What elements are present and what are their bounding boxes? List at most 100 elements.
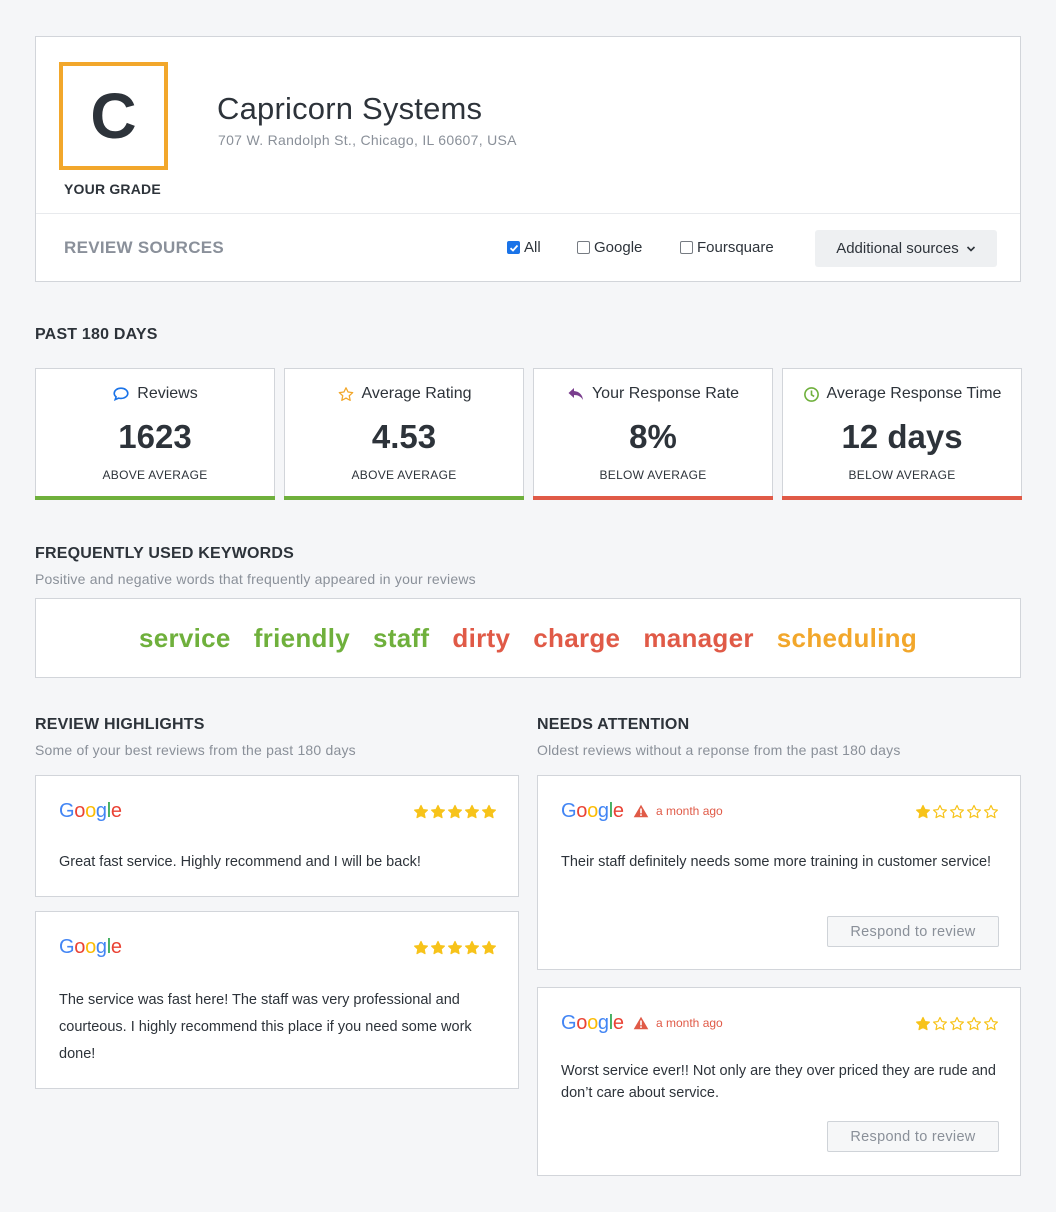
review-card: Google Great fast service. Highly recomm… — [35, 775, 519, 897]
review-card: Google a month ago Worst service ever!! … — [537, 987, 1021, 1176]
star-filled-icon — [430, 804, 446, 819]
keyword-positive: staff — [373, 622, 430, 653]
review-text: Their staff definitely needs some more t… — [561, 854, 992, 870]
source-label-foursquare: Foursquare — [697, 239, 774, 256]
warning-icon — [633, 804, 649, 818]
grade-label: YOUR GRADE — [64, 181, 161, 197]
keyword-neutral: scheduling — [776, 622, 918, 653]
star-filled-icon — [481, 940, 497, 955]
star-filled-icon — [481, 804, 497, 819]
warning-icon — [633, 1016, 649, 1030]
google-logo: Google — [59, 936, 122, 958]
checkbox-checked-icon[interactable] — [507, 241, 520, 254]
attention-title: NEEDS ATTENTION — [537, 716, 690, 733]
business-address: 707 W. Randolph St., Chicago, IL 60607, … — [218, 132, 517, 148]
stat-comparison: ABOVE AVERAGE — [102, 468, 208, 482]
stat-card-response-time: Average Response Time 12 days BELOW AVER… — [782, 368, 1022, 500]
review-card: Google The service was fast here! The st… — [35, 911, 519, 1089]
review-age: a month ago — [656, 804, 723, 818]
additional-sources-dropdown[interactable]: Additional sources — [815, 230, 997, 267]
status-bar-bad — [533, 496, 773, 500]
stat-card-average-rating: Average Rating 4.53 ABOVE AVERAGE — [284, 368, 524, 500]
star-filled-icon — [447, 804, 463, 819]
business-header-card: C YOUR GRADE Capricorn Systems 707 W. Ra… — [35, 36, 1021, 282]
stat-value: 8% — [629, 418, 677, 455]
additional-sources-label: Additional sources — [836, 240, 959, 257]
checkbox-icon[interactable] — [680, 241, 693, 254]
respond-to-review-button[interactable]: Respond to review — [827, 1121, 999, 1152]
star-filled-icon — [413, 804, 429, 819]
respond-to-review-button[interactable]: Respond to review — [827, 916, 999, 947]
google-logo: Google — [59, 800, 122, 822]
star-filled-icon — [915, 1016, 931, 1031]
attention-subtitle: Oldest reviews without a reponse from th… — [537, 742, 901, 758]
period-title: PAST 180 DAYS — [35, 326, 158, 343]
chevron-down-icon — [966, 245, 975, 252]
stat-card-reviews: Reviews 1623 ABOVE AVERAGE — [35, 368, 275, 500]
review-text: Great fast service. Highly recommend and… — [59, 854, 421, 870]
checkbox-icon[interactable] — [577, 241, 590, 254]
star-rating — [915, 1016, 999, 1032]
review-age: a month ago — [656, 1016, 723, 1030]
star-filled-icon — [430, 940, 446, 955]
source-filter-foursquare[interactable]: Foursquare — [680, 239, 774, 256]
stat-label: Average Rating — [361, 385, 472, 402]
star-filled-icon — [464, 940, 480, 955]
keyword-negative: manager — [643, 622, 754, 653]
star-filled-icon — [413, 940, 429, 955]
keywords-subtitle: Positive and negative words that frequen… — [35, 571, 476, 587]
stat-card-response-rate: Your Response Rate 8% BELOW AVERAGE — [533, 368, 773, 500]
review-text: The service was fast here! The staff was… — [59, 992, 472, 1062]
keywords-title: FREQUENTLY USED KEYWORDS — [35, 545, 295, 562]
stat-value: 4.53 — [371, 418, 437, 455]
highlights-subtitle: Some of your best reviews from the past … — [35, 742, 356, 758]
star-empty-icon — [949, 804, 965, 819]
stat-label: Your Response Rate — [591, 385, 740, 402]
highlights-title: REVIEW HIGHLIGHTS — [35, 716, 205, 733]
status-bar-good — [284, 496, 524, 500]
star-rating — [915, 804, 999, 820]
stat-label: Average Response Time — [826, 385, 1002, 402]
star-empty-icon — [966, 804, 982, 819]
star-empty-icon — [966, 1016, 982, 1031]
star-filled-icon — [464, 804, 480, 819]
keywords-card: service friendly staff dirty charge mana… — [35, 598, 1021, 678]
stat-label: Reviews — [137, 385, 198, 402]
star-empty-icon — [932, 1016, 948, 1031]
source-filter-all[interactable]: All — [507, 239, 541, 256]
status-bar-bad — [782, 496, 1022, 500]
business-name: Capricorn Systems — [217, 91, 483, 126]
keyword-positive: friendly — [253, 622, 350, 653]
keyword-negative: charge — [533, 622, 621, 653]
stat-value: 12 days — [841, 418, 963, 455]
star-rating — [413, 804, 497, 820]
chat-bubble-icon — [113, 387, 129, 402]
star-empty-icon — [932, 804, 948, 819]
star-filled-icon — [447, 940, 463, 955]
status-bar-good — [35, 496, 275, 500]
star-outline-icon — [338, 386, 353, 401]
review-sources-label: REVIEW SOURCES — [64, 238, 225, 257]
star-empty-icon — [983, 1016, 999, 1031]
review-text: Worst service ever!! Not only are they o… — [561, 1063, 996, 1101]
stat-comparison: ABOVE AVERAGE — [351, 468, 457, 482]
google-logo: Google — [561, 1012, 624, 1034]
stat-comparison: BELOW AVERAGE — [599, 468, 707, 482]
star-rating — [413, 940, 497, 956]
source-label-google: Google — [594, 239, 643, 256]
grade-badge: C — [59, 62, 168, 170]
clock-icon — [803, 386, 819, 402]
google-logo: Google — [561, 800, 624, 822]
star-empty-icon — [983, 804, 999, 819]
review-card: Google a month ago Their staff definitel… — [537, 775, 1021, 970]
keyword-positive: service — [138, 622, 231, 653]
stat-value: 1623 — [118, 418, 192, 455]
source-label-all: All — [524, 239, 541, 256]
reply-arrow-icon — [568, 388, 583, 400]
star-filled-icon — [915, 804, 931, 819]
divider — [36, 213, 1020, 214]
stat-comparison: BELOW AVERAGE — [848, 468, 956, 482]
star-empty-icon — [949, 1016, 965, 1031]
source-filter-google[interactable]: Google — [577, 239, 642, 256]
keyword-negative: dirty — [452, 622, 511, 653]
